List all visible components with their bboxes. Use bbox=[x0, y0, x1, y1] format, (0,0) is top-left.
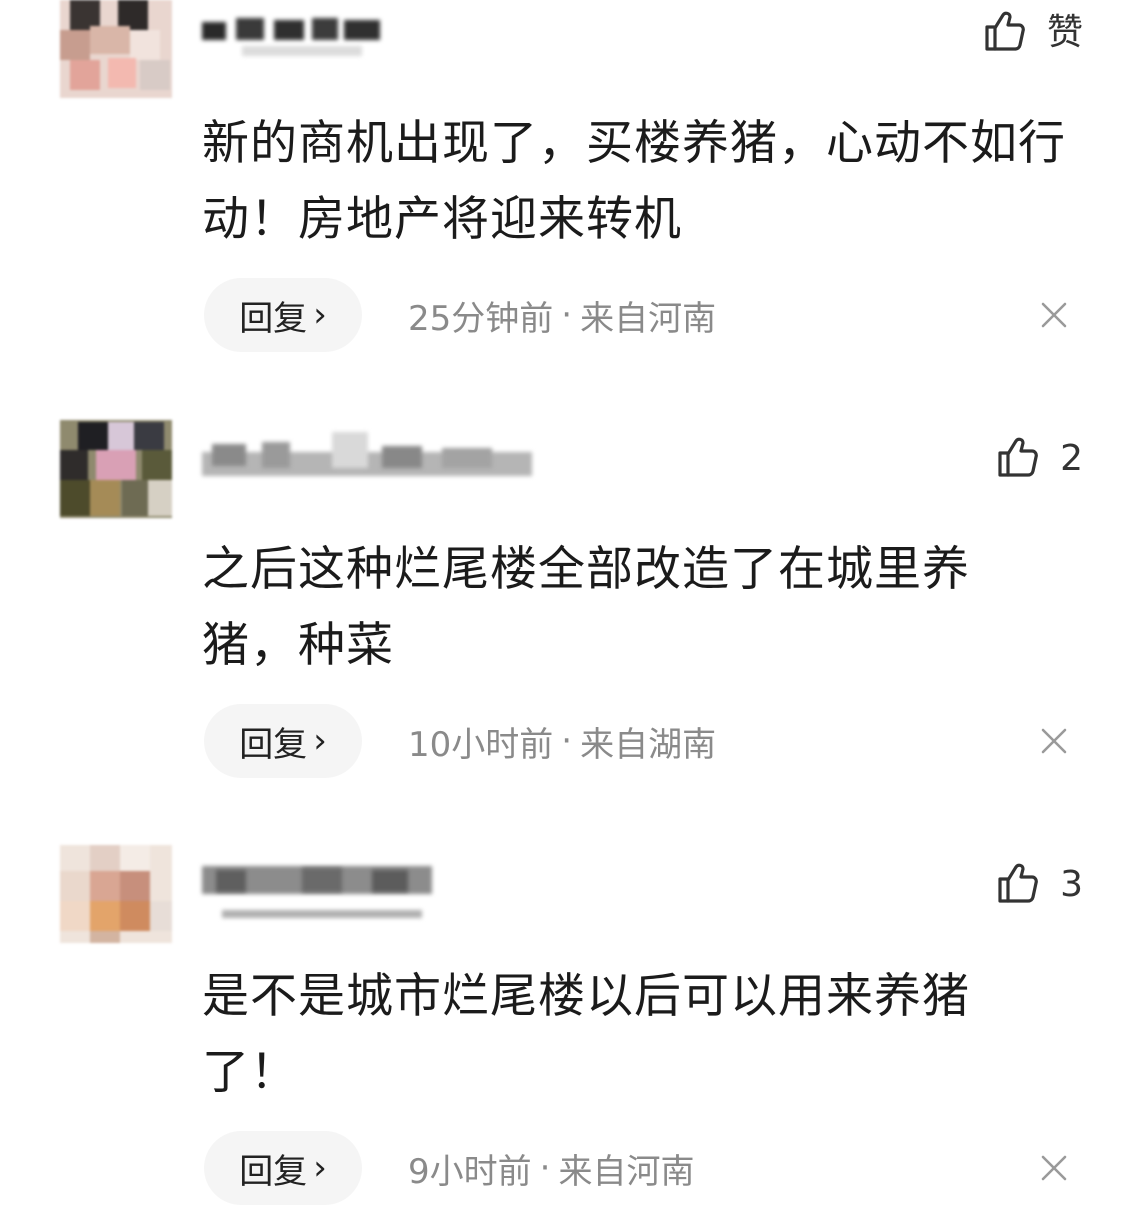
comment-location: 来自湖南 bbox=[580, 724, 717, 765]
comment-meta: 回复 › 10小时前 · 来自湖南 bbox=[204, 704, 1084, 778]
reply-button[interactable]: 回复 › bbox=[204, 1131, 362, 1205]
close-icon[interactable] bbox=[1034, 721, 1074, 761]
close-icon[interactable] bbox=[1034, 1148, 1074, 1188]
comment-text: 新的商机出现了，买楼养猪，心动不如行动！房地产将迎来转机 bbox=[202, 116, 1066, 247]
chevron-right-icon: › bbox=[313, 721, 327, 761]
avatar[interactable] bbox=[60, 845, 172, 943]
comment-location: 来自河南 bbox=[558, 1151, 695, 1192]
meta-separator: · bbox=[539, 1148, 551, 1188]
comment-text: 之后这种烂尾楼全部改造了在城里养猪，种菜 bbox=[202, 542, 970, 673]
chevron-right-icon: › bbox=[313, 1148, 327, 1188]
reply-label: 回复 bbox=[239, 298, 308, 339]
like-label: 赞 bbox=[1046, 12, 1083, 53]
comment-location: 来自河南 bbox=[580, 298, 717, 339]
like-button[interactable]: 赞 bbox=[981, 6, 1083, 60]
avatar[interactable] bbox=[60, 420, 172, 518]
comment-meta-text: 10小时前 · 来自湖南 bbox=[408, 704, 716, 778]
username-blurred[interactable] bbox=[202, 432, 542, 478]
comment-text: 是不是城市烂尾楼以后可以用来养猪了！ bbox=[202, 969, 970, 1100]
comment-time: 9小时前 bbox=[408, 1151, 532, 1192]
reply-button[interactable]: 回复 › bbox=[204, 704, 362, 778]
thumbs-up-icon bbox=[994, 433, 1042, 485]
like-button[interactable]: 3 bbox=[994, 858, 1083, 912]
avatar[interactable] bbox=[60, 0, 172, 98]
meta-separator: · bbox=[561, 295, 573, 335]
username-blurred[interactable] bbox=[202, 6, 542, 56]
comment-meta: 回复 › 9小时前 · 来自河南 bbox=[204, 1131, 1084, 1205]
thumbs-up-icon bbox=[981, 7, 1029, 59]
close-icon[interactable] bbox=[1034, 295, 1074, 335]
reply-label: 回复 bbox=[239, 724, 308, 765]
reply-button[interactable]: 回复 › bbox=[204, 278, 362, 352]
reply-label: 回复 bbox=[239, 1151, 308, 1192]
like-button[interactable]: 2 bbox=[994, 432, 1083, 486]
comment-meta-text: 25分钟前 · 来自河南 bbox=[408, 278, 716, 352]
thumbs-up-icon bbox=[994, 859, 1042, 911]
like-count: 3 bbox=[1060, 864, 1083, 905]
comment-time: 10小时前 bbox=[408, 724, 554, 765]
username-blurred[interactable] bbox=[202, 862, 542, 918]
chevron-right-icon: › bbox=[313, 295, 327, 335]
meta-separator: · bbox=[561, 721, 573, 761]
comment-time: 25分钟前 bbox=[408, 298, 554, 339]
comment-meta: 回复 › 25分钟前 · 来自河南 bbox=[204, 278, 1084, 352]
like-count: 2 bbox=[1060, 438, 1083, 479]
comment-meta-text: 9小时前 · 来自河南 bbox=[408, 1131, 694, 1205]
